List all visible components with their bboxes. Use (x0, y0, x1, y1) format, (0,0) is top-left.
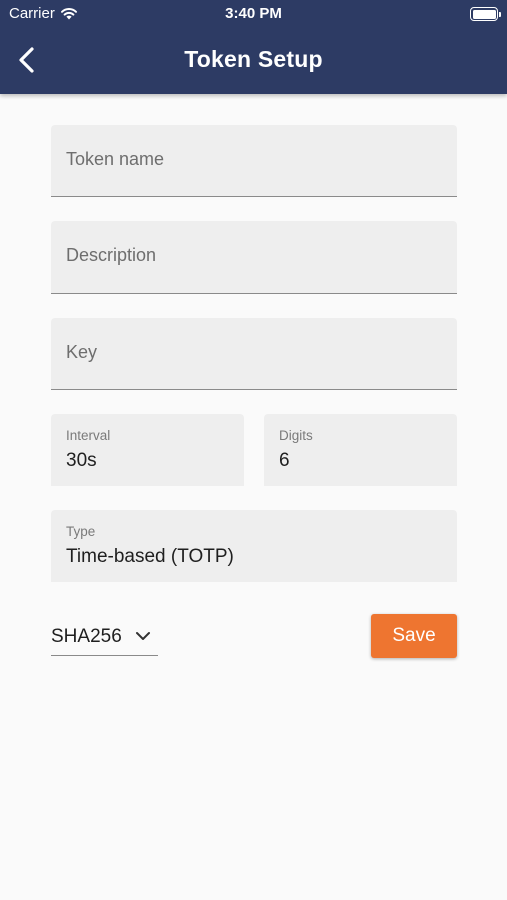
status-bar: Carrier 3:40 PM (0, 0, 507, 28)
digits-label: Digits (279, 428, 313, 443)
interval-value: 30s (66, 450, 97, 471)
digits-field[interactable]: Digits 6 (264, 414, 457, 486)
chevron-down-icon (136, 632, 150, 640)
type-value: Time-based (TOTP) (66, 546, 234, 567)
description-placeholder: Description (66, 245, 157, 265)
page-title: Token Setup (184, 46, 323, 72)
algorithm-dropdown[interactable]: SHA256 (51, 622, 158, 656)
app-header: Carrier 3:40 PM Token Setup (0, 0, 507, 94)
description-field[interactable]: Description (51, 221, 457, 294)
type-label: Type (66, 524, 96, 539)
key-field[interactable]: Key (51, 318, 457, 390)
type-field[interactable]: Type Time-based (TOTP) (51, 510, 457, 582)
save-button[interactable]: Save (371, 614, 457, 658)
token-name-placeholder: Token name (66, 149, 165, 169)
battery-icon (470, 7, 501, 21)
interval-label: Interval (66, 428, 111, 443)
nav-bar: Token Setup (0, 28, 507, 94)
status-time: 3:40 PM (225, 5, 282, 22)
token-name-field[interactable]: Token name (51, 125, 457, 197)
interval-field[interactable]: Interval 30s (51, 414, 244, 486)
digits-value: 6 (279, 450, 290, 471)
key-placeholder: Key (66, 342, 98, 362)
battery-level (472, 9, 496, 19)
algorithm-selected: SHA256 (51, 626, 122, 647)
